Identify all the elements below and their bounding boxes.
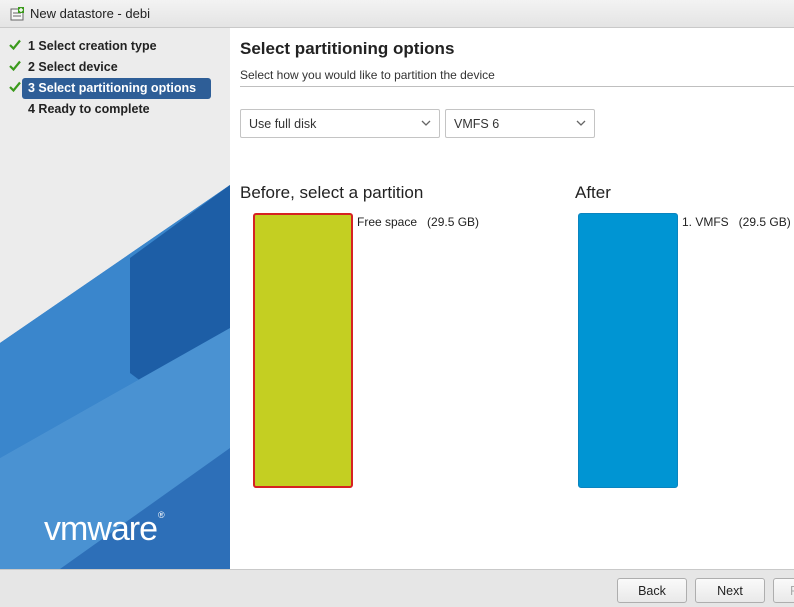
before-heading: Before, select a partition xyxy=(240,183,424,202)
page-title: Select partitioning options xyxy=(240,39,455,58)
page-subtitle: Select how you would like to partition t… xyxy=(240,68,495,82)
wizard-content: Select partitioning options Select how y… xyxy=(230,28,794,569)
vmfs-partition-label: 1. VMFS (29.5 GB) xyxy=(682,215,791,229)
step-label: 1 Select creation type xyxy=(28,39,157,53)
chevron-down-icon xyxy=(421,120,431,126)
step-select-partitioning-options[interactable]: 3 Select partitioning options xyxy=(0,78,230,99)
step-label: 2 Select device xyxy=(28,60,118,74)
step-select-creation-type[interactable]: 1 Select creation type xyxy=(0,36,230,57)
next-button[interactable]: Next xyxy=(695,578,765,603)
step-select-device[interactable]: 2 Select device xyxy=(0,57,230,78)
window-title: New datastore - debi xyxy=(30,6,150,21)
checkmark-icon xyxy=(9,60,21,72)
back-button[interactable]: Back xyxy=(617,578,687,603)
wizard-footer: Back Next F xyxy=(0,569,794,607)
free-space-partition[interactable] xyxy=(253,213,353,488)
checkmark-icon xyxy=(9,81,21,93)
checkmark-icon xyxy=(9,39,21,51)
divider xyxy=(240,86,794,87)
chevron-down-icon xyxy=(576,120,586,126)
partition-scheme-select[interactable]: Use full disk xyxy=(240,109,440,138)
registered-mark: ® xyxy=(158,510,165,520)
step-label: 3 Select partitioning options xyxy=(22,78,211,99)
vmware-logo: vmware® xyxy=(44,510,165,549)
free-space-label: Free space (29.5 GB) xyxy=(357,215,480,229)
partition-scheme-value: Use full disk xyxy=(249,116,317,131)
vmfs-version-value: VMFS 6 xyxy=(454,116,500,131)
wizard-sidebar: 1 Select creation type 2 Select device 3… xyxy=(0,28,230,569)
datastore-icon xyxy=(10,6,24,21)
after-heading: After xyxy=(575,183,611,202)
finish-button[interactable]: F xyxy=(773,578,794,603)
logo-text: vmware xyxy=(44,510,158,548)
vmfs-partition xyxy=(578,213,678,488)
vmfs-version-select[interactable]: VMFS 6 xyxy=(445,109,595,138)
wizard-steps: 1 Select creation type 2 Select device 3… xyxy=(0,36,230,120)
step-ready-to-complete[interactable]: 4 Ready to complete xyxy=(0,99,230,120)
window-titlebar: New datastore - debi xyxy=(0,0,794,28)
step-label: 4 Ready to complete xyxy=(28,102,150,116)
